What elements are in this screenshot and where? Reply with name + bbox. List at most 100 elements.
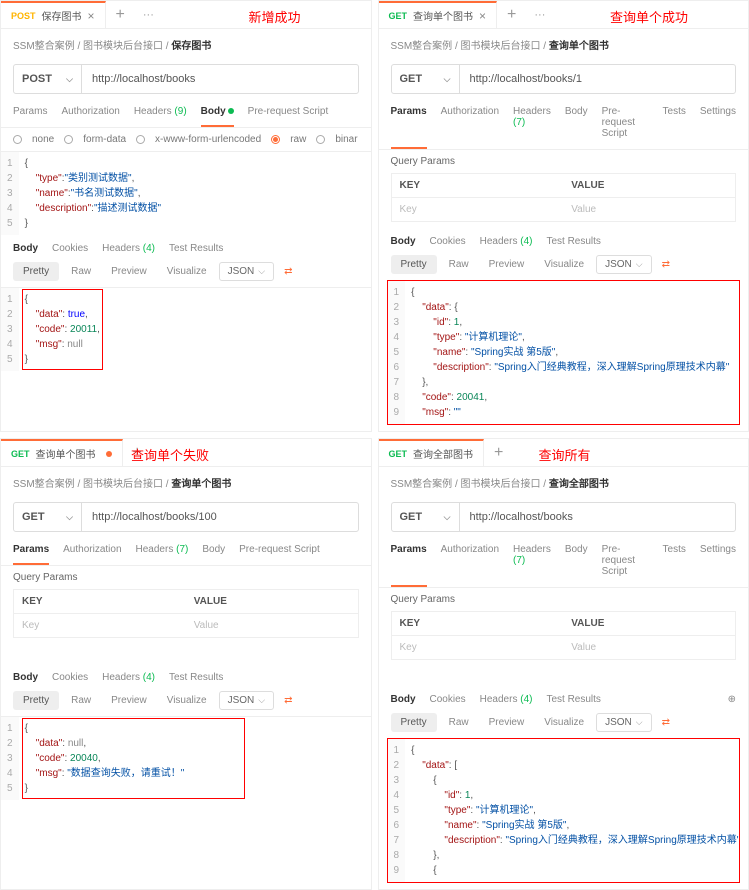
annotation: 查询单个成功 (610, 7, 688, 26)
radio-form[interactable] (64, 135, 73, 144)
tab-settings[interactable]: Settings (700, 102, 736, 143)
url-input[interactable]: http://localhost/books (82, 65, 358, 93)
request-tabs: Params Authorization Headers (9) Body Pr… (1, 102, 371, 128)
pretty-button[interactable]: Pretty (13, 262, 59, 281)
tab-auth[interactable]: Authorization (61, 102, 119, 121)
tab-headers[interactable]: Headers (9) (134, 102, 187, 121)
add-tab-button[interactable]: + (497, 6, 526, 24)
response-body: 123456789 { "data": { "id": 1, "type": "… (387, 280, 741, 425)
response-tabs: Body Cookies Headers (4) Test Results (1, 235, 371, 258)
annotation: 查询单个失败 (131, 445, 209, 464)
annotation: 查询所有 (539, 445, 591, 464)
response-body: 123456789 { "data": [ { "id": 1, "type":… (387, 738, 741, 883)
request-tabs: Params Authorization Headers (7) Body Pr… (379, 540, 749, 588)
tab-auth[interactable]: Authorization (441, 102, 499, 143)
method-select[interactable]: GET⌵ (392, 503, 460, 531)
raw-button[interactable]: Raw (63, 262, 99, 281)
tab-prescript[interactable]: Pre-request Script (602, 102, 649, 143)
tab-body[interactable]: Body (201, 102, 234, 121)
wrap-icon[interactable]: ⇄ (278, 692, 298, 709)
add-tab-button[interactable]: + (484, 444, 513, 462)
response-body: 12345 { "data": null, "code": 20040, "ms… (1, 716, 371, 800)
request-body-editor[interactable]: 12345 { "type":"类别测试数据", "name":"书名测试数据"… (1, 151, 371, 235)
url-input[interactable]: http://localhost/books/100 (82, 503, 358, 531)
method-badge: GET (389, 11, 408, 21)
close-icon[interactable]: × (88, 9, 95, 23)
response-body: 12345 { "data": true, "code": 20011, "ms… (1, 287, 371, 371)
query-params-title: Query Params (379, 150, 749, 173)
globe-icon[interactable]: ⊕ (728, 694, 736, 705)
more-icon[interactable]: ··· (526, 9, 553, 21)
kv-table: KEYVALUE KeyValue (391, 173, 737, 222)
tab-prescript[interactable]: Pre-request Script (248, 102, 329, 121)
key-input[interactable]: Key (392, 198, 564, 221)
tab-params[interactable]: Params (391, 102, 427, 143)
resp-tab-headers[interactable]: Headers (4) (102, 243, 155, 254)
method-badge: GET (389, 449, 408, 459)
method-select[interactable]: GET⌵ (14, 503, 82, 531)
panel-query-one-ok: 查询单个成功 GET 查询单个图书 × + ··· SSM整合案例 / 图书模块… (378, 0, 749, 432)
tab-active[interactable]: GET 查询单个图书 (1, 439, 123, 466)
tab-active[interactable]: GET 查询单个图书 × (379, 1, 498, 28)
response-toolbar: Pretty Raw Preview Visualize JSON⌵ ⇄ (1, 687, 371, 716)
tab-title: 查询全部图书 (413, 446, 473, 461)
body-type-row: none form-data x-www-form-urlencoded raw… (1, 128, 371, 151)
unsaved-dot-icon (106, 451, 112, 457)
panel-query-all: 查询所有 GET 查询全部图书 + SSM整合案例 / 图书模块后台接口 / 查… (378, 438, 749, 890)
preview-button[interactable]: Preview (103, 262, 155, 281)
add-tab-button[interactable]: + (106, 6, 135, 24)
resp-tab-body[interactable]: Body (13, 243, 38, 254)
line-gutter: 12345 (1, 152, 19, 235)
request-line: POST⌵ http://localhost/books (13, 64, 359, 94)
response-toolbar: Pretty Raw Preview Visualize JSON⌵ ⇄ (379, 709, 749, 738)
wrap-icon[interactable]: ⇄ (656, 714, 676, 731)
tab-active[interactable]: GET 查询全部图书 (379, 439, 485, 466)
breadcrumb: SSM整合案例 / 图书模块后台接口 / 查询单个图书 (1, 467, 371, 498)
value-input[interactable]: Value (563, 198, 735, 221)
more-icon[interactable]: ··· (135, 9, 162, 21)
radio-raw[interactable] (271, 135, 280, 144)
chevron-down-icon: ⌵ (66, 74, 73, 85)
tab-title: 保存图书 (42, 8, 82, 23)
url-input[interactable]: http://localhost/books/1 (460, 65, 736, 93)
method-select[interactable]: GET⌵ (392, 65, 460, 93)
tab-title: 查询单个图书 (36, 446, 96, 461)
kv-table: KEYVALUE KeyValue (13, 589, 359, 638)
tab-bar: POST 保存图书 × + ··· (1, 1, 371, 29)
visualize-button[interactable]: Visualize (159, 262, 215, 281)
tab-active[interactable]: POST 保存图书 × (1, 1, 106, 28)
resp-tab-testresults[interactable]: Test Results (169, 243, 223, 254)
wrap-icon[interactable]: ⇄ (656, 256, 676, 273)
breadcrumb: SSM整合案例 / 图书模块后台接口 / 保存图书 (1, 29, 371, 60)
panel-query-one-fail: 查询单个失败 GET 查询单个图书 + SSM整合案例 / 图书模块后台接口 /… (0, 438, 372, 890)
tab-title: 查询单个图书 (413, 8, 473, 23)
tab-tests[interactable]: Tests (663, 102, 686, 143)
method-badge: POST (11, 11, 36, 21)
breadcrumb: SSM整合案例 / 图书模块后台接口 / 查询全部图书 (379, 467, 749, 498)
tab-params[interactable]: Params (13, 102, 47, 121)
response-toolbar: Pretty Raw Preview Visualize JSON⌵ ⇄ (1, 258, 371, 287)
response-tabs: Body Cookies Headers (4) Test Results ⊕ (379, 686, 749, 709)
tab-headers[interactable]: Headers (7) (513, 102, 551, 143)
col-value: VALUE (563, 174, 735, 197)
radio-none[interactable] (13, 135, 22, 144)
code: { "type":"类别测试数据", "name":"书名测试数据", "des… (19, 152, 371, 235)
response-tabs: Body Cookies Headers (4) Test Results (1, 664, 371, 687)
request-tabs: Params Authorization Headers (7) Body Pr… (1, 540, 371, 566)
request-line: GET⌵ http://localhost/books/1 (391, 64, 737, 94)
request-tabs: Params Authorization Headers (7) Body Pr… (379, 102, 749, 150)
url-input[interactable]: http://localhost/books (460, 503, 736, 531)
method-select[interactable]: POST⌵ (14, 65, 82, 93)
close-icon[interactable]: × (479, 9, 486, 23)
col-key: KEY (392, 174, 564, 197)
tab-body[interactable]: Body (565, 102, 588, 143)
response-toolbar: Pretty Raw Preview Visualize JSON⌵ ⇄ (379, 251, 749, 280)
radio-url[interactable] (136, 135, 145, 144)
query-params-title: Query Params (379, 588, 749, 611)
method-badge: GET (11, 449, 30, 459)
kv-table: KEYVALUE KeyValue (391, 611, 737, 660)
wrap-icon[interactable]: ⇄ (278, 263, 298, 280)
radio-bin[interactable] (316, 135, 325, 144)
format-select[interactable]: JSON⌵ (219, 262, 275, 281)
resp-tab-cookies[interactable]: Cookies (52, 243, 88, 254)
